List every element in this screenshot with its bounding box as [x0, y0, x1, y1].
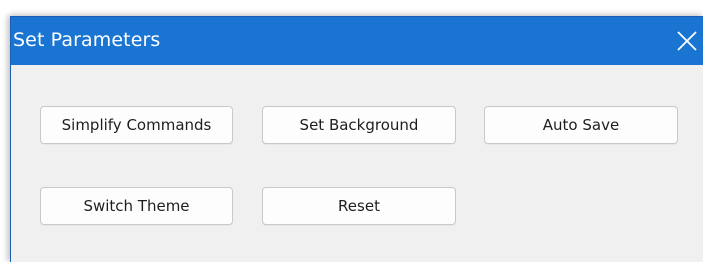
simplify-commands-button[interactable]: Simplify Commands: [40, 106, 233, 144]
title-bar: Set Parameters: [11, 17, 703, 65]
auto-save-button[interactable]: Auto Save: [484, 106, 678, 144]
set-background-button[interactable]: Set Background: [262, 106, 456, 144]
close-icon: [677, 31, 697, 51]
close-button[interactable]: [671, 25, 703, 57]
switch-theme-button[interactable]: Switch Theme: [40, 187, 233, 225]
dialog-title: Set Parameters: [13, 29, 161, 51]
reset-button[interactable]: Reset: [262, 187, 456, 225]
set-parameters-dialog: Set Parameters Simplify Commands Set Bac…: [10, 16, 703, 262]
